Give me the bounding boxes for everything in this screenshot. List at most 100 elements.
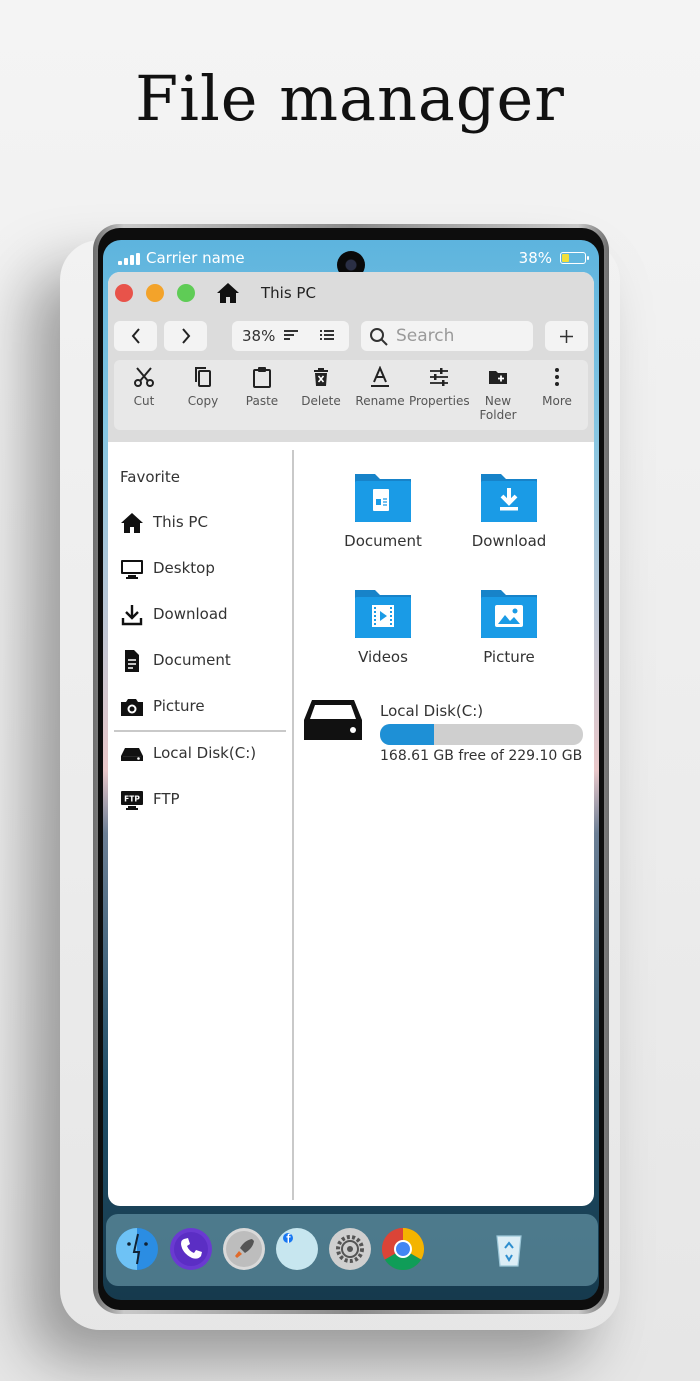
new-folder-button[interactable]: New Folder [468,366,528,422]
forward-button[interactable] [164,321,207,351]
rename-button[interactable]: Rename [350,366,410,408]
action-toolbar: Cut Copy Paste Delete Rename Properties [114,360,588,430]
sidebar-item-label: Desktop [153,559,215,577]
more-vertical-icon [555,368,559,386]
add-button[interactable] [545,321,588,351]
file-manager-window: This PC 38% Search Cut Copy Paste Delete… [108,272,594,1206]
sidebar-item-local-disk[interactable]: Local Disk(C:) [108,735,292,775]
sliders-icon [430,368,448,386]
sidebar-item-label: Local Disk(C:) [153,744,257,762]
finder-icon[interactable] [116,1228,158,1270]
list-view-icon[interactable] [320,329,334,341]
sidebar-item-label: Download [153,605,228,623]
delete-label: Delete [301,394,341,408]
folder-picture[interactable]: Picture [454,586,564,666]
window-title: This PC [261,284,316,302]
folder-label: Document [344,532,422,550]
maximize-window-button[interactable] [177,284,195,302]
zoom-value: 38% [242,327,276,345]
picture-folder-icon [481,590,537,638]
clipboard-icon [253,367,271,388]
more-label: More [542,394,572,408]
sidebar-item-desktop[interactable]: Desktop [108,550,292,590]
search-icon [370,328,388,346]
dock [106,1214,598,1286]
copy-label: Copy [187,394,219,408]
sidebar-divider [114,730,286,732]
disk-usage-fill [380,724,434,745]
paste-button[interactable]: Paste [232,366,292,408]
folder-download[interactable]: Download [454,470,564,550]
battery-percent: 38% [518,249,552,267]
plus-icon [560,330,573,343]
facebook-icon[interactable] [276,1228,318,1270]
chrome-icon[interactable] [382,1228,424,1270]
chevron-left-icon [131,328,140,344]
disk-free-text: 168.61 GB free of 229.10 GB [380,748,583,764]
settings-icon[interactable] [329,1228,371,1270]
drive-icon [121,748,143,761]
document-icon [125,650,139,672]
sidebar: Favorite This PC Desktop Download Docume… [108,442,292,1206]
drive-icon [304,700,362,740]
rename-label: Rename [355,394,405,408]
sort-icon[interactable] [284,329,298,341]
folder-label: Picture [483,648,535,666]
home-icon [121,513,143,533]
svg-text:FTP: FTP [124,795,140,804]
text-underline-icon [371,366,389,387]
status-bar: Carrier name 38% [118,249,589,269]
paste-label: Paste [245,394,279,408]
properties-button[interactable]: Properties [409,366,470,408]
monitor-icon [121,560,143,579]
folder-label: Download [471,532,547,550]
window-titlebar: This PC 38% Search Cut Copy Paste Delete… [108,272,594,442]
battery-icon [560,252,589,264]
download-folder-icon [481,474,537,522]
search-placeholder: Search [396,326,455,346]
sidebar-item-download[interactable]: Download [108,596,292,636]
scissors-icon [134,367,154,387]
download-icon [121,605,143,626]
sidebar-item-label: This PC [153,513,208,531]
recycle-bin-icon[interactable] [488,1228,530,1270]
minimize-window-button[interactable] [146,284,164,302]
properties-label: Properties [409,394,470,408]
copy-icon [195,367,211,387]
phone-icon[interactable] [170,1228,212,1270]
close-window-button[interactable] [115,284,133,302]
sidebar-item-ftp[interactable]: FTP FTP [108,781,292,821]
more-button[interactable]: More [527,366,587,408]
carrier-name: Carrier name [146,249,245,267]
zoom-control[interactable]: 38% [232,321,349,351]
local-disk-entry[interactable]: Local Disk(C:) 168.61 GB free of 229.10 … [302,694,592,764]
folder-videos[interactable]: Videos [328,586,438,666]
copy-button[interactable]: Copy [173,366,233,408]
video-folder-icon [355,590,411,638]
ftp-icon: FTP [121,791,143,810]
camera-icon [121,699,143,716]
delete-button[interactable]: Delete [291,366,351,408]
new-folder-label: New Folder [479,394,517,422]
folder-document[interactable]: Document [328,470,438,550]
main-content: Document Download Videos Picture Local D… [294,442,594,1206]
document-folder-icon [355,474,411,522]
promo-title: File manager [135,62,565,135]
sidebar-item-document[interactable]: Document [108,642,292,682]
cut-button[interactable]: Cut [114,366,174,408]
back-button[interactable] [114,321,157,351]
sidebar-item-picture[interactable]: Picture [108,688,292,728]
cut-label: Cut [133,394,155,408]
folder-label: Videos [358,648,408,666]
sidebar-item-label: Picture [153,697,205,715]
new-folder-icon [489,371,507,384]
launchpad-icon[interactable] [223,1228,265,1270]
sidebar-item-label: FTP [153,790,180,808]
home-icon [216,282,240,304]
disk-name: Local Disk(C:) [380,702,484,720]
chevron-right-icon [181,328,190,344]
trash-icon [314,368,328,386]
sidebar-item-this-pc[interactable]: This PC [108,504,292,544]
search-input[interactable]: Search [361,321,533,351]
sidebar-item-label: Document [153,651,231,669]
